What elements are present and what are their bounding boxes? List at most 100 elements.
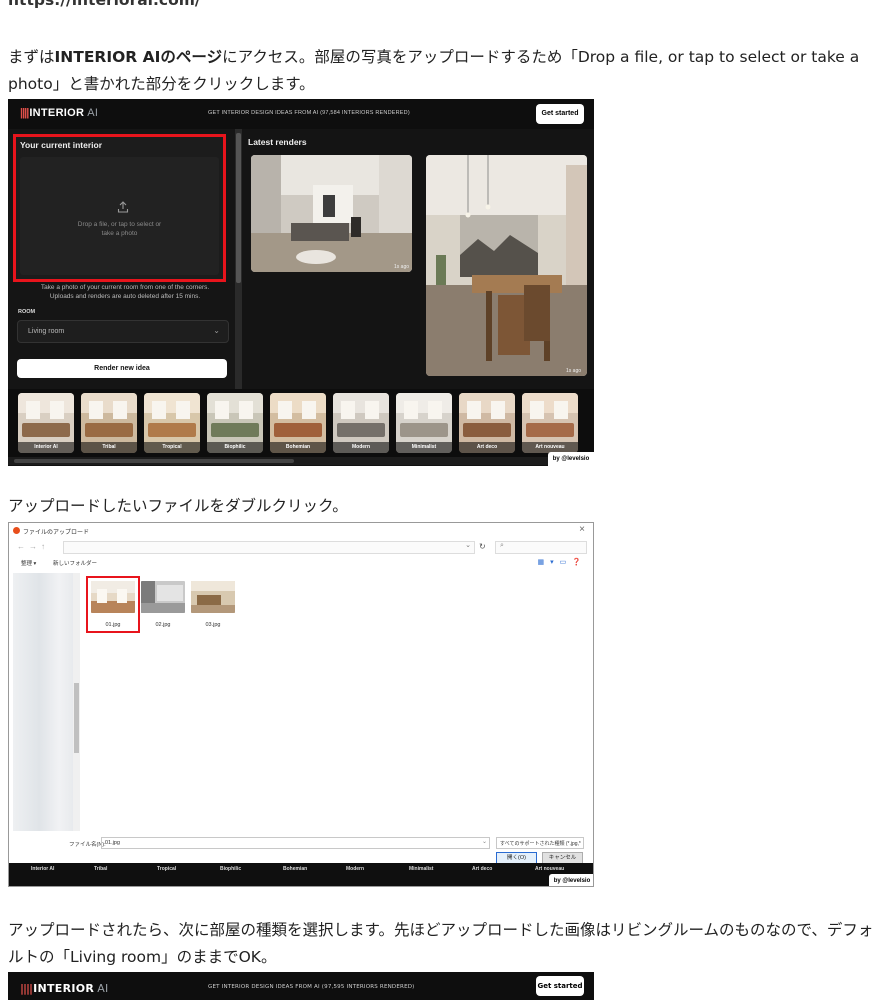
dialog-toolbar: 整理 ▾ 新しいフォルダー ▦▾▭❓ — [9, 558, 593, 572]
style-card[interactable]: Interior AI — [18, 393, 74, 453]
render-1-time: 1s ago — [394, 264, 409, 270]
credit-badge[interactable]: by @levelsio — [549, 874, 593, 886]
horizontal-scrollbar-thumb[interactable] — [14, 459, 294, 463]
dropzone-inner[interactable]: Drop a file, or tap to select or take a … — [20, 157, 219, 275]
style-card[interactable]: Minimalist — [396, 393, 452, 453]
file-thumbnail — [191, 581, 235, 613]
style-card[interactable]: Tribal — [81, 393, 137, 453]
room-label: ROOM — [18, 309, 36, 315]
latest-renders-title: Latest renders — [248, 137, 307, 147]
style-card[interactable]: Art nouveau — [522, 393, 578, 453]
filename-input[interactable]: 01.jpg ⌄ — [101, 837, 490, 849]
style-label: Interior AI — [18, 442, 74, 453]
dialog-title: ファイルのアップロード — [23, 530, 90, 536]
logo-bars: |||| — [20, 982, 33, 995]
close-icon[interactable]: × — [579, 524, 585, 535]
refresh-icon[interactable]: ↻ — [479, 542, 486, 551]
style-card[interactable]: Bohemian — [270, 393, 326, 453]
style-label: Tropical — [144, 442, 200, 453]
paragraph-1: まずはINTERIOR AIのページにアクセス。部屋の写真をアップロードするため… — [8, 44, 878, 98]
file-thumbnail — [91, 581, 135, 613]
render-new-idea-button[interactable]: Render new idea — [17, 359, 227, 378]
chevron-down-icon[interactable]: ⌄ — [482, 838, 487, 845]
style-label: Biophilic — [207, 442, 263, 453]
address-bar[interactable]: ⌄ — [63, 541, 475, 554]
strip-label: Art deco — [472, 866, 493, 872]
logo-ai: AI — [97, 982, 109, 995]
logo[interactable]: ||||INTERIOR AI — [20, 982, 109, 995]
search-input[interactable]: ⌕ — [495, 541, 587, 554]
left-scrollbar[interactable] — [235, 129, 242, 389]
paragraph-2: アップロードしたいファイルをダブルクリック。 — [8, 497, 348, 515]
navigation-pane[interactable] — [13, 573, 79, 831]
strip-label: Interior AI — [31, 866, 55, 872]
current-interior-title: Your current interior — [20, 140, 103, 150]
strip-label: Minimalist — [409, 866, 434, 872]
style-label: Tribal — [81, 442, 137, 453]
logo-text: INTERIOR — [33, 982, 95, 995]
interior-ai-screenshot: ||||INTERIOR AI GET INTERIOR DESIGN IDEAS… — [8, 99, 594, 466]
logo-bars: |||| — [20, 107, 29, 119]
chevron-down-icon[interactable]: ⌄ — [465, 541, 471, 549]
filename-value: 01.jpg — [105, 840, 120, 846]
file-thumbnail — [141, 581, 185, 613]
logo-text: INTERIOR — [29, 107, 85, 119]
style-card[interactable]: Modern — [333, 393, 389, 453]
style-label: Minimalist — [396, 442, 452, 453]
strip-label: Biophilic — [220, 866, 242, 872]
file-upload-dialog: ファイルのアップロード × ←→↑ ⌄ ↻ ⌕ 整理 ▾ 新しいフォルダー ▦▾… — [8, 522, 594, 887]
credit-badge[interactable]: by @levelsio — [548, 452, 594, 466]
chevron-down-icon: ⌄ — [213, 326, 220, 335]
drop-text-line2: take a photo — [101, 230, 138, 237]
file-item[interactable]: 02.jpg — [141, 581, 185, 628]
strip-label: Tribal — [94, 866, 108, 872]
room-select[interactable]: Living room ⌄ — [17, 320, 229, 343]
file-name: 01.jpg — [105, 622, 121, 628]
view-options-icon[interactable]: ▦▾▭❓ — [538, 558, 587, 566]
paragraph-3: アップロードされたら、次に部屋の種類を選択します。先ほどアップロードした画像はリ… — [8, 921, 874, 966]
tagline: GET INTERIOR DESIGN IDEAS FROM AI (97,59… — [208, 984, 415, 990]
strip-label: Bohemian — [283, 866, 308, 872]
right-panel: Latest renders 1s ago 1s ago — [242, 129, 594, 389]
interior-ai-screenshot-2: ||||INTERIOR AI GET INTERIOR DESIGN IDEAS… — [8, 972, 594, 1000]
file-item[interactable]: 03.jpg — [191, 581, 235, 628]
render-image-1[interactable]: 1s ago — [251, 155, 412, 272]
room-select-value: Living room — [28, 328, 65, 335]
tagline: GET INTERIOR DESIGN IDEAS FROM AI (97,58… — [208, 110, 410, 116]
left-scrollbar-thumb[interactable] — [236, 133, 241, 283]
strip-label: Art nouveau — [535, 866, 565, 872]
get-started-button[interactable]: Get started — [536, 104, 584, 124]
new-folder-button[interactable]: 新しいフォルダー — [53, 559, 97, 567]
drop-text: Drop a file, or tap to select or take a … — [20, 220, 219, 238]
left-panel: Your current interior Drop a file, or ta… — [8, 129, 235, 389]
upload-hint: Take a photo of your current room from o… — [14, 283, 236, 301]
organize-button[interactable]: 整理 ▾ — [21, 559, 36, 567]
file-item[interactable]: 01.jpg — [86, 576, 140, 633]
strip-label: Tropical — [157, 866, 177, 872]
url-line[interactable]: https://interiorai.com/ — [8, 0, 201, 9]
navigation-scrollbar-thumb[interactable] — [74, 683, 79, 753]
navigation-scrollbar[interactable] — [73, 573, 80, 831]
render-2-time: 1s ago — [566, 368, 581, 374]
search-icon: ⌕ — [500, 542, 504, 549]
style-card[interactable]: Tropical — [144, 393, 200, 453]
style-label: Bohemian — [270, 442, 326, 453]
style-card[interactable]: Art deco — [459, 393, 515, 453]
render-image-2[interactable]: 1s ago — [426, 155, 587, 376]
hint-line2: Uploads and renders are auto deleted aft… — [49, 293, 201, 300]
nav-arrows-icon[interactable]: ←→↑ — [17, 542, 49, 551]
background-styles-strip: by @levelsio Interior AI Tribal Tropical Bi… — [9, 863, 593, 886]
drop-text-line1: Drop a file, or tap to select or — [77, 221, 162, 228]
logo-ai: AI — [87, 107, 99, 119]
styles-row: Interior AI Tribal Tropical Biophilic Bohemi… — [8, 389, 594, 465]
para1-pre: まずは — [8, 48, 55, 66]
logo[interactable]: ||||INTERIOR AI — [20, 107, 98, 119]
style-card[interactable]: Biophilic — [207, 393, 263, 453]
file-name: 03.jpg — [205, 622, 221, 628]
get-started-button[interactable]: Get started — [536, 976, 584, 996]
horizontal-scrollbar[interactable] — [8, 457, 594, 465]
para1-bold: INTERIOR AIのページ — [54, 48, 223, 66]
filetype-select[interactable]: すべてのサポートされた種類 (*.jpg,* — [496, 837, 584, 849]
address-row: ←→↑ ⌄ ↻ ⌕ — [9, 539, 593, 557]
dropzone[interactable]: Your current interior Drop a file, or ta… — [13, 134, 226, 282]
